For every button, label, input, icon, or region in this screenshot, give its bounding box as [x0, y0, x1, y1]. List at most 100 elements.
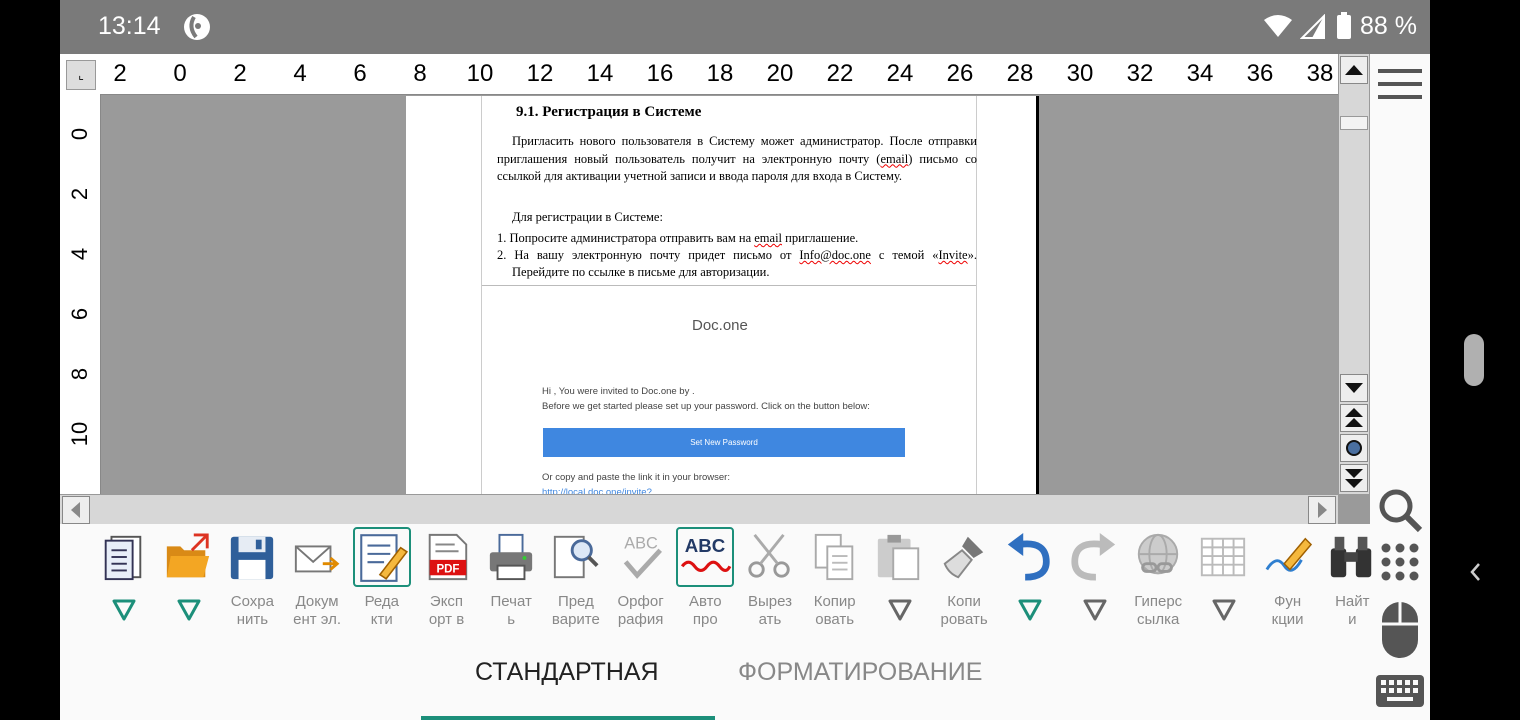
- autospell-tool[interactable]: ABC Авто про: [674, 527, 736, 633]
- horizontal-ruler[interactable]: ⌞ 2 0 2 4 6 8 10 12 14 16 18 20 22 24 26 28 30 32 34 36 38: [60, 54, 1340, 95]
- menu-icon[interactable]: [1376, 66, 1424, 102]
- ruler-tick-label: 24: [886, 60, 914, 87]
- battery-percent: 88 %: [1360, 12, 1417, 40]
- tool-label: Авто про: [688, 593, 722, 628]
- tab-formatting[interactable]: ФОРМАТИРОВАНИЕ: [738, 658, 982, 687]
- print-tool[interactable]: Печат ь: [480, 527, 542, 633]
- tool-label: Копировать: [940, 593, 988, 628]
- scroll-right-button[interactable]: [1308, 496, 1336, 524]
- tool-label: Эксп орт в: [428, 593, 465, 628]
- email-text: Or copy and paste the link it in your br…: [542, 472, 730, 483]
- back-chevron-icon[interactable]: [1464, 560, 1488, 584]
- abc-check-icon: ABC: [623, 534, 662, 579]
- undo-tool[interactable]: [998, 527, 1060, 633]
- ruler-tick-label: 38: [1306, 60, 1334, 87]
- vertical-ruler[interactable]: 0 2 4 6 8 10: [60, 94, 101, 494]
- brush-icon: [943, 536, 984, 579]
- save-tool[interactable]: Сохра нить: [221, 527, 283, 633]
- scroll-thumb[interactable]: [1340, 116, 1368, 130]
- pen-line-icon: [1265, 537, 1312, 572]
- tool-label: Сохра нить: [230, 593, 274, 628]
- undo-arrow-icon: [1007, 532, 1050, 581]
- floppy-disk-icon: [231, 536, 274, 580]
- ruler-tick-label: 2: [233, 60, 247, 87]
- tab-stop-selector[interactable]: ⌞: [66, 60, 96, 90]
- open-tool[interactable]: [157, 527, 219, 633]
- document-page[interactable]: 9.1. Регистрация в Системе Пригласить но…: [406, 96, 1039, 498]
- export-pdf-tool[interactable]: PDF Эксп орт в: [416, 527, 478, 633]
- scroll-down-button[interactable]: [1340, 374, 1368, 402]
- section-heading: 9.1. Регистрация в Системе: [516, 104, 702, 120]
- keyboard-icon[interactable]: [1375, 674, 1425, 708]
- next-page-button[interactable]: [1340, 464, 1368, 492]
- ruler-tick-label: 32: [1126, 60, 1154, 87]
- arrow-right-icon: [1318, 502, 1327, 518]
- vertical-scrollbar[interactable]: [1338, 54, 1369, 494]
- email-tool[interactable]: Докум ент эл.: [286, 527, 348, 633]
- pdf-icon: PDF: [428, 533, 467, 581]
- ruler-tick-label: 26: [946, 60, 974, 87]
- tool-label: Вырез ать: [747, 593, 793, 628]
- envelope-arrow-icon: [294, 545, 340, 573]
- tool-label: Найт и: [1335, 593, 1370, 628]
- redo-arrow-icon: [1070, 532, 1115, 581]
- document-tool[interactable]: [92, 527, 154, 633]
- spelling-tool[interactable]: ABC Орфог рафия: [610, 527, 672, 633]
- ruler-tick-label: 10: [466, 60, 494, 87]
- scroll-left-button[interactable]: [62, 496, 90, 524]
- dropdown-triangle-icon[interactable]: [176, 597, 202, 623]
- clipboard-icon: [878, 534, 920, 581]
- navigator-button[interactable]: [1340, 434, 1368, 462]
- ruler-tick-label: 12: [526, 60, 554, 87]
- ruler-tick-label: 0: [173, 60, 187, 87]
- copy-pages-icon: [814, 533, 853, 581]
- list-item: 1. Попросите администратора отправить ва…: [497, 231, 859, 245]
- functions-tool[interactable]: Фун кции: [1257, 527, 1319, 633]
- tool-label: Пред варите: [551, 593, 600, 628]
- scroll-up-button[interactable]: [1340, 56, 1368, 84]
- app-notification-icon: [184, 14, 210, 40]
- touchpad-dots-icon[interactable]: [1378, 540, 1422, 584]
- clone-format-tool[interactable]: Копи ровать: [933, 527, 995, 633]
- edit-tool[interactable]: Реда кти: [351, 527, 413, 633]
- dropdown-triangle-icon[interactable]: [887, 597, 913, 623]
- tool-label: Фун кции: [1271, 593, 1304, 628]
- ruler-tick-label: 36: [1246, 60, 1274, 87]
- ruler-tick-label: 0: [67, 127, 92, 141]
- ruler-tick-label: 4: [67, 247, 92, 261]
- paste-tool[interactable]: [868, 527, 930, 633]
- previous-page-button[interactable]: [1340, 404, 1368, 432]
- find-tool[interactable]: Найт и: [1321, 527, 1383, 633]
- ruler-tick-label: 6: [353, 60, 367, 87]
- globe-chain-icon: [1137, 533, 1179, 575]
- tool-label: Реда кти: [364, 593, 400, 628]
- drawer-handle[interactable]: [1464, 334, 1484, 386]
- copy-tool[interactable]: Копир овать: [804, 527, 866, 633]
- dropdown-triangle-icon[interactable]: [1082, 597, 1108, 623]
- preview-tool[interactable]: Пред варите: [545, 527, 607, 633]
- tool-label: Гиперс сылка: [1134, 593, 1183, 628]
- dropdown-triangle-icon[interactable]: [1017, 597, 1043, 623]
- horizontal-scrollbar[interactable]: [60, 494, 1338, 525]
- hyperlink-tool[interactable]: Гиперс сылка: [1127, 527, 1189, 633]
- table-tool[interactable]: [1192, 527, 1254, 633]
- ruler-tick-label: 8: [67, 367, 92, 381]
- ruler-tick-label: 16: [646, 60, 674, 87]
- email-logo: Doc.one: [692, 317, 748, 334]
- document-area[interactable]: ⌞ 2 0 2 4 6 8 10 12 14 16 18 20 22 24 26 28 30 32 34 36 38 0…: [60, 54, 1370, 525]
- arrow-down-icon: [1345, 383, 1363, 393]
- cut-tool[interactable]: Вырез ать: [739, 527, 801, 633]
- page-body[interactable]: 9.1. Регистрация в Системе Пригласить но…: [481, 96, 977, 498]
- email-text: Before we get started please set up your…: [542, 401, 870, 412]
- ruler-tick-label: 18: [706, 60, 734, 87]
- dropdown-triangle-icon[interactable]: [111, 597, 137, 623]
- redo-tool[interactable]: [1063, 527, 1125, 633]
- binoculars-icon: [1331, 536, 1372, 578]
- app-screen: 13:14 88 % ⌞ 2 0 2 4 6 8 10 12 14 16 18 20 22 24 26 28 3…: [60, 0, 1430, 720]
- ruler-tick-label: 4: [293, 60, 307, 87]
- tool-label: Орфог рафия: [617, 593, 664, 628]
- tab-standard[interactable]: СТАНДАРТНАЯ: [475, 658, 659, 687]
- dropdown-triangle-icon[interactable]: [1211, 597, 1237, 623]
- status-time: 13:14: [98, 12, 161, 40]
- email-text: Hi , You were invited to Doc.one by .: [542, 386, 695, 397]
